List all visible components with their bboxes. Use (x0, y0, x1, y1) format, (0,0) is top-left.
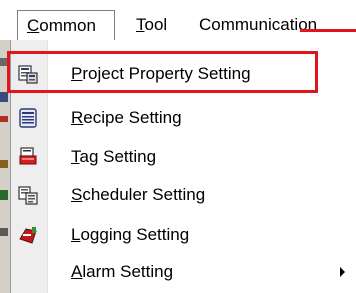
submenu-arrow-icon (340, 267, 345, 277)
menu-tool-label: ool (144, 15, 168, 34)
menu-item-text: ag Setting (79, 147, 157, 166)
menu-common-mnemonic: C (27, 16, 40, 35)
menu-item-label: Scheduler Setting (71, 177, 205, 213)
menu-common-label: ommon (39, 16, 96, 35)
menu-item-scheduler-setting[interactable]: Scheduler Setting (11, 177, 356, 213)
common-dropdown-menu: Project Property Setting Recipe Setting (7, 40, 356, 293)
strip-mark (0, 190, 8, 200)
strip-mark (0, 160, 8, 168)
strip-mark (0, 92, 8, 102)
menu-item-text: ogging Setting (80, 225, 190, 244)
strip-mark (0, 228, 8, 236)
menu-item-text: ecipe Setting (83, 108, 182, 127)
tag-icon (18, 147, 38, 167)
alarm-icon (18, 262, 38, 282)
menu-item-label: Logging Setting (71, 217, 189, 253)
menu-item-logging-setting[interactable]: Logging Setting (11, 217, 356, 253)
menu-item-mnemonic: R (71, 108, 84, 127)
menu-item-label: Tag Setting (71, 139, 156, 175)
annotation-line (300, 29, 356, 32)
highlight-box (7, 51, 318, 93)
menu-item-label: Recipe Setting (71, 100, 182, 136)
scheduler-icon (18, 185, 38, 205)
strip-mark (0, 116, 8, 122)
menu-item-alarm-setting[interactable]: Alarm Setting (11, 254, 356, 290)
menu-item-tag-setting[interactable]: Tag Setting (11, 139, 356, 175)
menu-tool[interactable]: Tool (136, 10, 167, 40)
menu-item-mnemonic: S (71, 185, 83, 204)
screen: Common Tool Communication Project Proper… (0, 0, 356, 293)
menu-item-label: Alarm Setting (71, 254, 173, 290)
menu-item-mnemonic: A (71, 262, 83, 281)
menu-item-recipe-setting[interactable]: Recipe Setting (11, 100, 356, 136)
menu-tool-mnemonic: T (136, 15, 145, 34)
menu-communication[interactable]: Communication (199, 10, 317, 40)
menu-item-text: cheduler Setting (82, 185, 206, 204)
menu-item-text: larm Setting (82, 262, 174, 281)
recipe-icon (18, 108, 38, 128)
menu-item-mnemonic: T (71, 147, 80, 166)
logging-icon (18, 225, 38, 245)
menu-common[interactable]: Common (17, 10, 115, 40)
